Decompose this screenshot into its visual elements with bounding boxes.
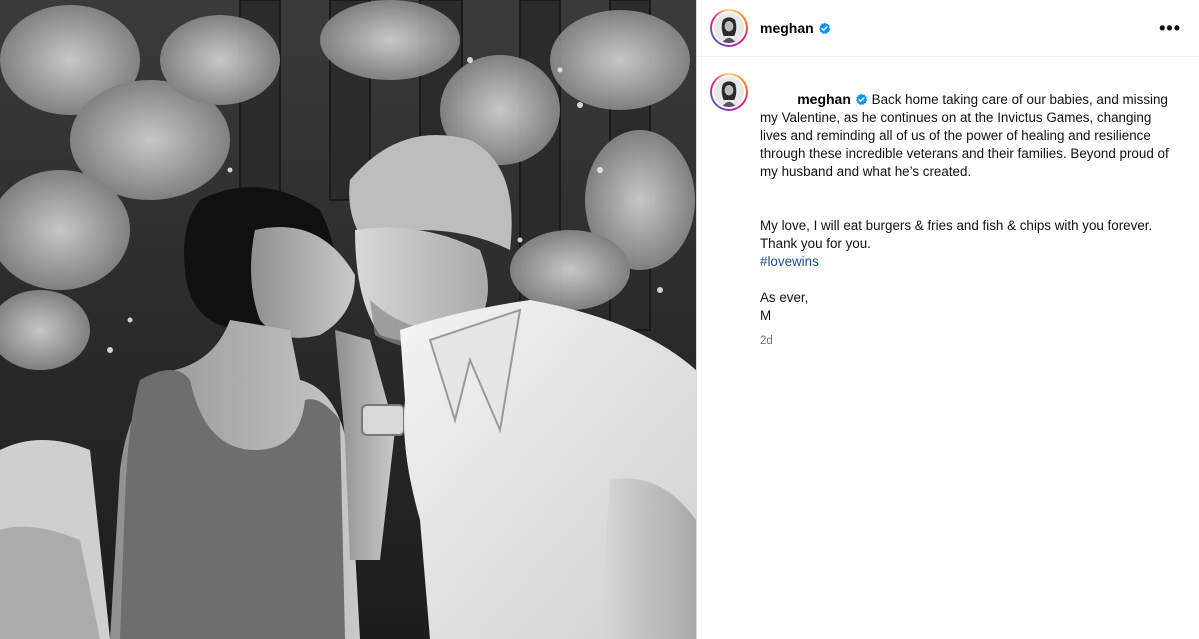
more-options-icon[interactable]: ••• <box>1159 19 1181 37</box>
couple-kissing-photo <box>0 0 696 639</box>
post-caption: meghan Back home taking care of our babi… <box>697 57 1199 350</box>
post-container: meghan ••• meghan Back home taking care … <box>0 0 1199 639</box>
signoff-line-2: M <box>760 308 772 323</box>
post-details-panel: meghan ••• meghan Back home taking care … <box>696 0 1199 639</box>
signoff-line-1: As ever, <box>760 290 809 305</box>
header-username[interactable]: meghan <box>760 20 814 36</box>
caption-text: meghan Back home taking care of our babi… <box>760 72 1170 350</box>
post-photo[interactable] <box>0 0 696 639</box>
scrollbar[interactable] <box>1195 0 1199 639</box>
post-timestamp[interactable]: 2d <box>760 332 1170 350</box>
verified-badge-icon <box>856 93 868 105</box>
profile-photo-icon <box>714 13 744 43</box>
caption-username[interactable]: meghan <box>797 91 851 107</box>
hashtag-link[interactable]: #lovewins <box>760 253 1170 271</box>
verified-badge-icon <box>818 22 830 34</box>
post-header: meghan ••• <box>697 0 1199 57</box>
caption-line-2: My love, I will eat burgers & fries and … <box>760 218 1156 251</box>
caption-avatar[interactable] <box>710 73 748 111</box>
caption-paragraph-1: meghan Back home taking care of our babi… <box>760 72 1170 199</box>
profile-avatar[interactable] <box>710 9 748 47</box>
profile-photo-icon <box>714 77 744 107</box>
